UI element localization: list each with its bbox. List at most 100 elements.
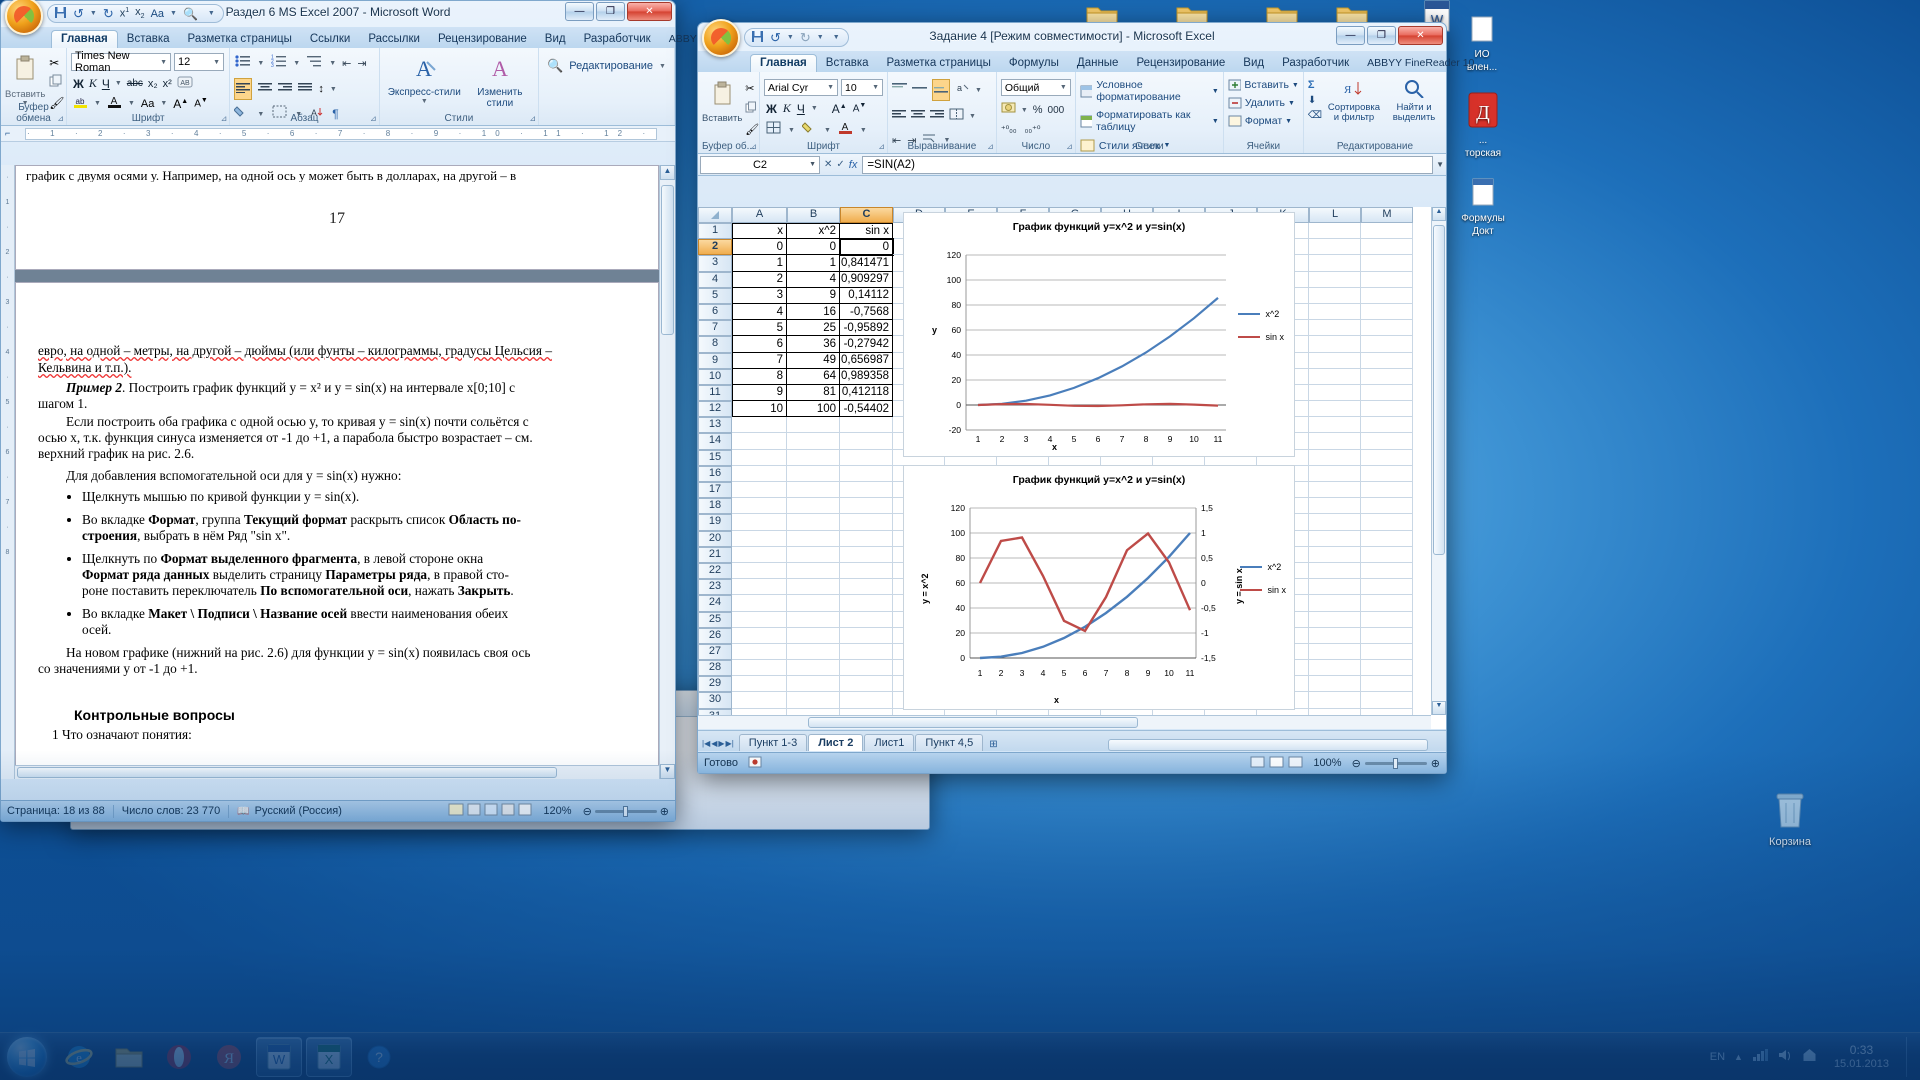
table-cell[interactable]: 0 <box>732 239 787 256</box>
table-cell[interactable] <box>840 611 893 628</box>
table-cell[interactable] <box>732 433 787 450</box>
table-cell[interactable] <box>840 482 893 499</box>
excel-shrink-font-icon[interactable]: A▼ <box>853 102 867 114</box>
row-header[interactable]: 14 <box>698 433 732 450</box>
table-cell[interactable] <box>732 660 787 677</box>
table-cell[interactable] <box>787 514 840 531</box>
table-cell[interactable] <box>1361 303 1413 321</box>
view-page-break-icon[interactable] <box>1288 756 1303 771</box>
zoom-out-button[interactable]: ⊖ <box>583 805 592 818</box>
word-minimize-button[interactable]: — <box>565 2 594 21</box>
excel-font-dialog-launcher[interactable]: ⊿ <box>878 142 885 151</box>
format-painter-icon[interactable]: 🖌 <box>745 123 759 136</box>
table-cell[interactable]: 0 <box>839 238 894 257</box>
excel-tab-formulas[interactable]: Формулы <box>1000 55 1068 72</box>
subscript-button[interactable]: x₂ <box>148 78 158 90</box>
table-cell[interactable] <box>1309 676 1361 693</box>
table-cell[interactable]: -0,7568 <box>840 303 893 321</box>
desktop-icon-formuly[interactable]: Формулы Докт <box>1450 178 1516 238</box>
word-scroll-up-button[interactable]: ▲ <box>660 165 675 180</box>
fill-dropdown-icon[interactable]: ▼ <box>824 127 831 134</box>
row-header[interactable]: 13 <box>698 417 732 434</box>
row-header[interactable]: 18 <box>698 498 732 515</box>
word-tab-mailings[interactable]: Рассылки <box>359 31 429 48</box>
excel-paste-button[interactable]: Вставить <box>702 80 742 136</box>
table-cell[interactable] <box>840 579 893 596</box>
currency-icon[interactable] <box>1001 101 1016 119</box>
excel-macro-record-icon[interactable] <box>748 756 762 771</box>
table-cell[interactable] <box>732 676 787 693</box>
orientation-icon[interactable]: a <box>955 81 970 99</box>
row-header[interactable]: 27 <box>698 643 732 661</box>
word-horizontal-scrollbar[interactable] <box>15 765 659 779</box>
excel-group-clipboard[interactable]: Вставить ✂ 🖌 Буфер об... ⊿ <box>698 72 760 153</box>
align-left-icon[interactable] <box>892 107 906 125</box>
font-color-icon[interactable]: A <box>838 121 853 139</box>
format-as-table-label[interactable]: Форматировать как таблицу <box>1096 109 1208 133</box>
table-cell[interactable] <box>1309 498 1361 515</box>
column-header-M[interactable]: M <box>1361 207 1413 223</box>
table-cell[interactable] <box>840 449 893 466</box>
table-cell[interactable]: -0,27942 <box>840 336 893 353</box>
chart-1[interactable]: График функций y=x^2 и y=sin(x) 120 100 … <box>903 212 1295 457</box>
sheet-prev-icon[interactable]: ◀ <box>711 739 717 751</box>
paragraph-dialog-launcher[interactable]: ⊿ <box>370 114 377 123</box>
align-right-icon[interactable] <box>278 80 293 98</box>
chart-1-legend[interactable]: x^2 sin x <box>1238 309 1284 342</box>
align-middle-icon[interactable] <box>912 81 927 99</box>
opera-taskbar-icon[interactable] <box>156 1037 202 1077</box>
excel-grow-font-icon[interactable]: A▲ <box>832 102 847 116</box>
excel-vscroll-thumb[interactable] <box>1433 225 1445 555</box>
row-header[interactable]: 21 <box>698 546 732 563</box>
delete-cells-label[interactable]: Удалить <box>1245 97 1285 109</box>
row-header[interactable]: 10 <box>698 368 732 385</box>
sheet-tab-list-1[interactable]: Лист1 <box>864 734 915 751</box>
insert-cells-label[interactable]: Вставить <box>1244 79 1289 91</box>
numbering-dropdown-icon[interactable]: ▼ <box>293 60 300 67</box>
zoom-slider[interactable] <box>594 805 657 817</box>
table-cell[interactable] <box>1309 530 1361 547</box>
clipboard-dialog-launcher[interactable]: ⊿ <box>57 114 64 123</box>
table-cell[interactable]: 64 <box>787 368 840 385</box>
row-header[interactable]: 5 <box>698 287 732 304</box>
view-web-icon[interactable] <box>484 803 498 819</box>
table-cell[interactable] <box>1309 336 1361 353</box>
row-header[interactable]: 9 <box>698 352 732 369</box>
table-cell[interactable] <box>787 482 840 499</box>
excel-window-buttons[interactable]: — ❐ ✕ <box>1336 26 1443 45</box>
table-cell[interactable]: 49 <box>787 352 840 369</box>
word-group-clipboard[interactable]: Вставить ▼ ✂ 🖌 Буфер обмена ⊿ <box>1 48 67 125</box>
word-document-area[interactable]: · 1 · 2 · 3 · 4 · 5 · 6 · 7 · 8 график с двумя осями у.… <box>1 165 675 779</box>
excel-minimize-button[interactable]: — <box>1336 26 1365 45</box>
table-cell[interactable] <box>1309 401 1361 418</box>
row-header[interactable]: 2 <box>698 239 732 256</box>
excel-underline-dropdown-icon[interactable]: ▼ <box>811 105 818 112</box>
copy-icon[interactable] <box>745 100 759 118</box>
case-dropdown-icon-2[interactable]: ▼ <box>160 100 167 107</box>
word-tab-home[interactable]: Главная <box>51 30 118 48</box>
excel-group-editing[interactable]: Σ ⬇ ⌫ Я Сортировка и фильтр Найти и выде… <box>1304 72 1446 153</box>
explorer-taskbar-icon[interactable] <box>106 1037 152 1077</box>
excel-tab-view[interactable]: Вид <box>1234 55 1273 72</box>
word-group-editing[interactable]: 🔍 Редактирование ▼ <box>539 48 675 125</box>
align-center-icon[interactable] <box>911 107 925 125</box>
table-cell[interactable] <box>1309 514 1361 531</box>
align-center-icon[interactable] <box>258 80 273 98</box>
sheet-tab-punkt-4-5[interactable]: Пункт 4,5 <box>915 734 984 751</box>
sheet-scrollbar[interactable] <box>1108 739 1428 751</box>
column-header-L[interactable]: L <box>1309 207 1361 223</box>
merge-dropdown-icon[interactable]: ▼ <box>969 113 976 120</box>
yandex-taskbar-icon[interactable]: Я <box>206 1037 252 1077</box>
show-desktop-button[interactable] <box>1906 1036 1914 1077</box>
word-hscroll-thumb[interactable] <box>17 767 557 778</box>
word-tab-insert[interactable]: Вставка <box>118 31 179 48</box>
number-format-select[interactable]: Общий ▼ <box>1000 79 1071 96</box>
table-cell[interactable] <box>732 530 787 547</box>
sheet-next-icon[interactable]: ▶ <box>718 739 724 751</box>
table-cell[interactable] <box>1361 660 1413 677</box>
table-cell[interactable]: sin x <box>840 223 893 240</box>
excel-taskbar-button[interactable]: X <box>306 1036 352 1077</box>
word-ribbon-tabs[interactable]: Главная Вставка Разметка страницы Ссылки… <box>1 27 805 48</box>
table-cell[interactable] <box>1361 595 1413 612</box>
align-bottom-button[interactable] <box>932 79 950 101</box>
